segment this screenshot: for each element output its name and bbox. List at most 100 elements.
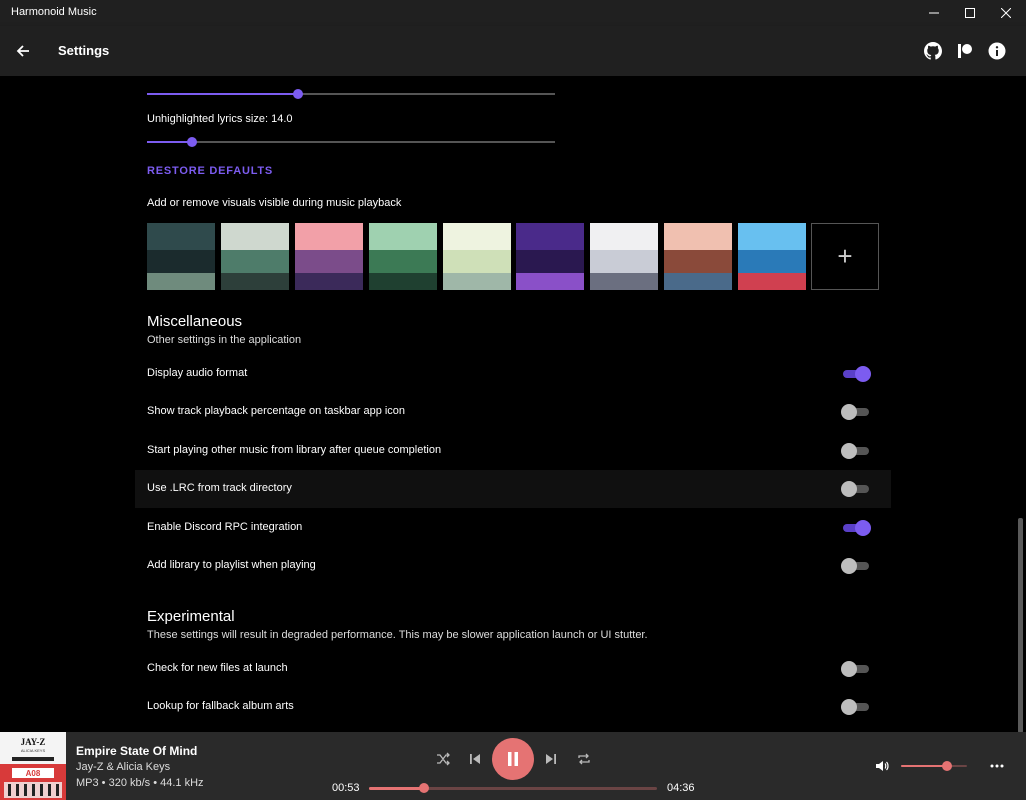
- unhighlighted-lyrics-slider-fill: [147, 141, 192, 143]
- volume-thumb[interactable]: [942, 761, 952, 771]
- unhighlighted-lyrics-slider[interactable]: [147, 141, 555, 143]
- restore-defaults-button[interactable]: RESTORE DEFAULTS: [147, 165, 273, 177]
- previous-button[interactable]: [464, 748, 486, 770]
- volume-slider-fill: [901, 765, 947, 767]
- pause-button[interactable]: [492, 738, 534, 780]
- visual-thumbnail[interactable]: [221, 223, 289, 290]
- page-title: Settings: [58, 43, 110, 58]
- visual-thumbnail[interactable]: [147, 223, 215, 290]
- seek-thumb[interactable]: [419, 783, 429, 793]
- setting-label: Enable Discord RPC integration: [147, 521, 303, 533]
- next-button[interactable]: [540, 748, 562, 770]
- visual-thumbnail[interactable]: [590, 223, 658, 290]
- repeat-button[interactable]: [573, 748, 595, 770]
- visual-thumbnail[interactable]: [295, 223, 363, 290]
- setting-label: Show track playback percentage on taskba…: [147, 405, 406, 417]
- setting-row[interactable]: Start playing other music from library a…: [135, 432, 891, 470]
- settings-content: Unhighlighted lyrics size: 14.0 RESTORE …: [0, 76, 1026, 732]
- scrollbar[interactable]: [1018, 518, 1023, 732]
- title-bar: Harmonoid Music: [0, 0, 1026, 26]
- setting-label: Lookup for fallback album arts: [147, 700, 294, 712]
- pause-icon: [508, 752, 518, 766]
- experimental-section-subtitle: These settings will result in degraded p…: [147, 629, 648, 641]
- setting-toggle[interactable]: [841, 699, 871, 715]
- close-icon: [1001, 8, 1011, 18]
- github-button[interactable]: [921, 39, 945, 63]
- highlighted-lyrics-slider-thumb[interactable]: [293, 89, 303, 99]
- album-art[interactable]: JAY-Z ALICIA KEYS A08: [0, 732, 66, 800]
- setting-toggle[interactable]: [841, 443, 871, 459]
- setting-label: Display audio format: [147, 367, 248, 379]
- repeat-icon: [578, 753, 590, 765]
- visual-thumbnail[interactable]: [443, 223, 511, 290]
- setting-toggle[interactable]: [841, 481, 871, 497]
- maximize-icon: [965, 8, 975, 18]
- setting-toggle[interactable]: [841, 520, 871, 536]
- shuffle-button[interactable]: [432, 748, 454, 770]
- toggle-knob: [841, 443, 857, 459]
- setting-toggle[interactable]: [841, 366, 871, 382]
- add-visual-button[interactable]: +: [811, 223, 879, 290]
- patreon-icon: [958, 44, 972, 58]
- unhighlighted-lyrics-label: Unhighlighted lyrics size: 14.0: [147, 113, 293, 125]
- album-art-image: JAY-Z ALICIA KEYS A08: [0, 732, 66, 800]
- visual-thumbnail[interactable]: [664, 223, 732, 290]
- visual-thumbnail[interactable]: [516, 223, 584, 290]
- album-art-artist: JAY-Z: [21, 737, 46, 747]
- setting-row[interactable]: Add library to playlist when playing: [135, 547, 891, 585]
- info-icon: [988, 42, 1006, 60]
- seek-bar-fill: [369, 787, 424, 790]
- position-time: 00:53: [332, 782, 360, 794]
- patreon-button[interactable]: [953, 39, 977, 63]
- misc-section-subtitle: Other settings in the application: [147, 334, 302, 346]
- experimental-section-title: Experimental: [147, 608, 235, 625]
- setting-row[interactable]: Use .LRC from track directory: [135, 470, 891, 508]
- setting-row[interactable]: Display audio format: [135, 355, 891, 393]
- now-playing-bar: JAY-Z ALICIA KEYS A08 Empire State Of Mi…: [0, 732, 1026, 800]
- visuals-label: Add or remove visuals visible during mus…: [147, 197, 402, 209]
- misc-section-title: Miscellaneous: [147, 313, 243, 330]
- album-art-sub: ALICIA KEYS: [21, 748, 46, 753]
- setting-label: Check for new files at launch: [147, 662, 288, 674]
- setting-label: Use .LRC from track directory: [147, 482, 292, 494]
- shuffle-icon: [437, 752, 450, 766]
- toggle-knob: [855, 366, 871, 382]
- back-button[interactable]: [10, 38, 36, 64]
- volume-icon: [876, 761, 889, 771]
- skip-previous-icon: [470, 754, 480, 764]
- arrow-left-icon: [16, 45, 29, 57]
- skip-next-icon: [546, 754, 556, 764]
- setting-row[interactable]: Lookup for fallback album arts: [135, 688, 891, 726]
- volume-button[interactable]: [872, 756, 892, 776]
- toggle-knob: [855, 520, 871, 536]
- more-options-button[interactable]: [986, 756, 1008, 776]
- more-horizontal-icon: [990, 764, 1004, 768]
- setting-toggle[interactable]: [841, 661, 871, 677]
- setting-row[interactable]: Check for new files at launch: [135, 650, 891, 688]
- plus-icon: +: [837, 241, 853, 271]
- info-button[interactable]: [985, 39, 1009, 63]
- setting-toggle[interactable]: [841, 404, 871, 420]
- album-art-badge: A08: [26, 769, 41, 778]
- setting-row[interactable]: Show track playback percentage on taskba…: [135, 393, 891, 431]
- window-title: Harmonoid Music: [11, 6, 97, 18]
- highlighted-lyrics-slider-fill: [147, 93, 298, 95]
- unhighlighted-lyrics-slider-thumb[interactable]: [187, 137, 197, 147]
- minimize-icon: [929, 12, 939, 14]
- close-button[interactable]: [983, 0, 1026, 26]
- track-title[interactable]: Empire State Of Mind: [76, 744, 197, 758]
- settings-header: Settings: [0, 26, 1026, 76]
- track-artist[interactable]: Jay-Z & Alicia Keys: [76, 761, 170, 773]
- setting-toggle[interactable]: [841, 558, 871, 574]
- setting-label: Start playing other music from library a…: [147, 444, 442, 456]
- duration-time: 04:36: [667, 782, 695, 794]
- setting-row[interactable]: Enable Discord RPC integration: [135, 509, 891, 547]
- track-format: MP3 • 320 kb/s • 44.1 kHz: [76, 777, 204, 789]
- visual-thumbnail[interactable]: [738, 223, 806, 290]
- toggle-knob: [841, 481, 857, 497]
- github-icon: [924, 42, 942, 60]
- toggle-knob: [841, 558, 857, 574]
- toggle-knob: [841, 661, 857, 677]
- toggle-knob: [841, 699, 857, 715]
- visual-thumbnail[interactable]: [369, 223, 437, 290]
